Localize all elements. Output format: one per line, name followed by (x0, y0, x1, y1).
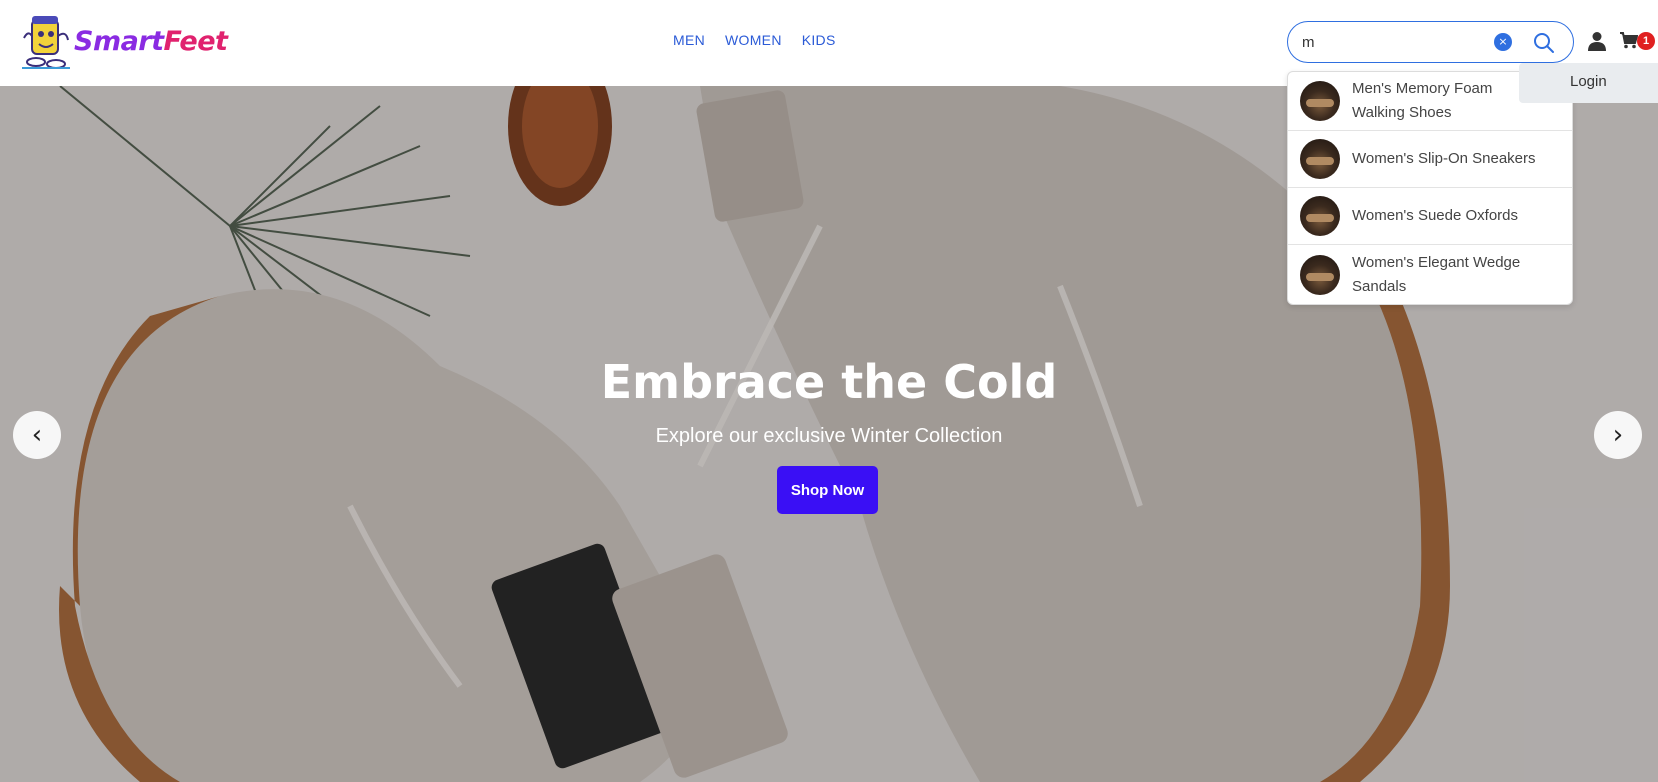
cart-icon[interactable] (1620, 31, 1638, 49)
suggestion-thumbnail (1300, 81, 1340, 121)
suggestion-label: Men's Memory Foam Walking Shoes (1352, 80, 1493, 121)
search-suggestions-dropdown: Men's Memory Foam Walking Shoes Women's … (1287, 71, 1573, 305)
nav-item-women[interactable]: WOMEN (725, 32, 782, 48)
suggestion-label: Women's Elegant Wedge Sandals (1352, 253, 1521, 295)
suggestion-item[interactable]: Women's Slip-On Sneakers (1288, 131, 1572, 188)
nav-item-men[interactable]: MEN (673, 32, 705, 48)
brand-logo[interactable]: SmartFeet (20, 12, 228, 70)
search-box: × (1287, 21, 1574, 63)
page: Embrace the Cold Explore our exclusive W… (0, 0, 1658, 782)
hero-title: Embrace the Cold (600, 355, 1058, 409)
brand-name-part2: Feet (163, 25, 228, 57)
suggestion-thumbnail (1300, 254, 1340, 295)
search-icon[interactable] (1533, 32, 1555, 54)
brand-name-part1: Smart (74, 25, 164, 57)
logo-mascot-icon (22, 16, 70, 69)
chevron-right-icon: › (1612, 420, 1624, 450)
user-icon[interactable] (1588, 31, 1606, 51)
brand-name: SmartFeet (74, 25, 228, 57)
chevron-left-icon: ‹ (31, 420, 43, 450)
suggestion-thumbnail (1300, 196, 1340, 236)
search-input[interactable] (1302, 31, 1482, 53)
suggestion-label: Women's Suede Oxfords (1352, 207, 1518, 224)
carousel-next-button[interactable]: › (1594, 411, 1642, 459)
main-nav: MEN WOMEN KIDS (673, 32, 836, 48)
clear-search-icon[interactable]: × (1494, 33, 1512, 51)
hero-subtitle: Explore our exclusive Winter Collection (655, 425, 1003, 447)
shop-now-button[interactable]: Shop Now (777, 466, 878, 514)
suggestion-item[interactable]: Women's Elegant Wedge Sandals (1288, 245, 1572, 304)
suggestion-label: Women's Slip-On Sneakers (1352, 150, 1536, 167)
suggestion-item[interactable]: Women's Suede Oxfords (1288, 188, 1572, 245)
login-link[interactable]: Login (1570, 73, 1607, 90)
suggestion-thumbnail (1300, 139, 1340, 179)
cart-count-badge: 1 (1637, 32, 1655, 50)
user-menu-popup: Login (1519, 63, 1658, 103)
carousel-prev-button[interactable]: ‹ (13, 411, 61, 459)
nav-item-kids[interactable]: KIDS (802, 32, 836, 48)
